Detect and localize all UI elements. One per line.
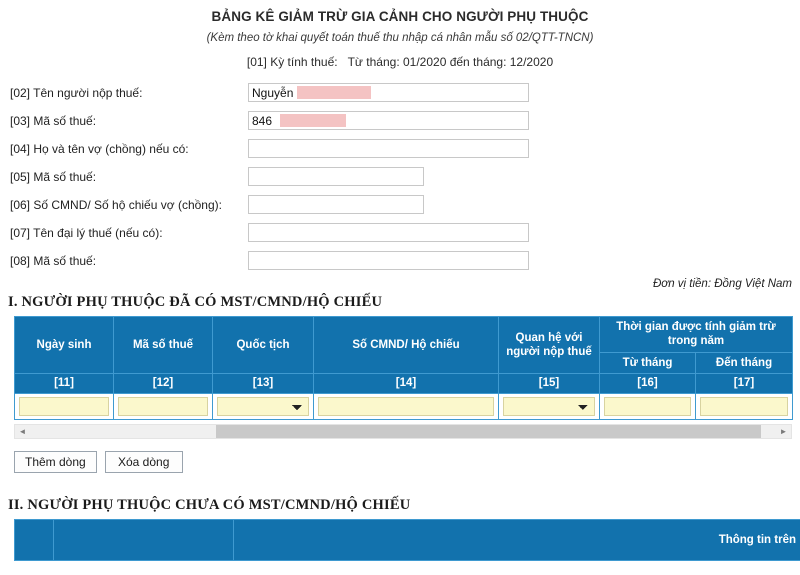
col-code-11: [11]: [14, 373, 114, 395]
tax-period-value: Từ tháng: 01/2020 đến tháng: 12/2020: [347, 54, 554, 69]
table-header-row: Thông tin trên: [14, 519, 800, 562]
spouse-tax-code-input[interactable]: [248, 167, 424, 187]
label-tax-agent-code: [08] Mã số thuế:: [10, 253, 97, 268]
col-code-14: [14]: [313, 373, 499, 395]
col-code-13: [13]: [212, 373, 314, 395]
label-taxpayer-name: [02] Tên người nộp thuế:: [10, 85, 143, 100]
from-month-input[interactable]: [604, 397, 691, 417]
cell-id-number: [313, 393, 499, 421]
cell-nationality: [212, 393, 314, 421]
col-header-relationship: Quan hệ với người nộp thuế: [498, 315, 600, 375]
col-code-17: [17]: [694, 373, 794, 395]
tax-agent-code-input[interactable]: [248, 251, 529, 271]
form-row-07: [07] Tên đại lý thuế (nếu có):: [10, 219, 800, 247]
tax-agent-name-input[interactable]: [248, 223, 529, 243]
dependent-id-number-input[interactable]: [318, 397, 494, 417]
label-spouse-tax-code: [05] Mã số thuế:: [10, 169, 97, 184]
form-row-03: [03] Mã số thuế:: [10, 107, 800, 135]
label-tax-agent-name: [07] Tên đại lý thuế (nếu có):: [10, 225, 163, 240]
cell-to-month: [694, 393, 794, 421]
col-header-id-number: Số CMND/ Hộ chiếu: [313, 315, 499, 375]
form-row-02: [02] Tên người nộp thuế:: [10, 79, 800, 107]
col-header-from-month: Từ tháng: [599, 351, 696, 375]
table-row: [14, 393, 794, 421]
cell-birthdate: [14, 393, 114, 421]
section-one-heading: I. NGƯỜI PHỤ THUỘC ĐÃ CÓ MST/CMND/HỘ CHI…: [8, 293, 383, 310]
col-header-index: [14, 519, 54, 562]
delete-row-button[interactable]: Xóa dòng: [104, 451, 183, 474]
section-two-container: II. NGƯỜI PHỤ THUỘC CHƯA CÓ MST/CMND/HỘ …: [0, 497, 800, 562]
cell-relationship: [498, 393, 600, 421]
tax-period-line: [01] Kỳ tính thuế: Từ tháng: 01/2020 đến …: [0, 54, 800, 70]
scrollbar-thumb[interactable]: [216, 425, 761, 439]
col-header-nationality: Quốc tịch: [212, 315, 314, 375]
col-code-15: [15]: [498, 373, 600, 395]
col-header-dependent-name: [53, 519, 234, 562]
cell-tax-code: [113, 393, 213, 421]
scrollbar-track[interactable]: [30, 425, 776, 439]
page-title: BẢNG KÊ GIẢM TRỪ GIA CẢNH CHO NGƯỜI PHỤ …: [211, 9, 589, 24]
taxpayer-tax-code-input[interactable]: [248, 111, 529, 131]
col-code-12: [12]: [113, 373, 213, 395]
dependents-table-with-mst: Ngày sinh Mã số thuế Quốc tịch Số CMND/ …: [14, 315, 794, 421]
dependent-tax-code-input[interactable]: [118, 397, 208, 417]
taxpayer-tax-code-wrap: [248, 111, 529, 131]
label-spouse-name: [04] Họ và tên vợ (chồng) nếu có:: [10, 141, 189, 156]
col-header-birthdate: Ngày sinh: [14, 315, 114, 375]
currency-unit-note: Đơn vị tiền: Đồng Việt Nam: [652, 277, 792, 290]
col-code-16: [16]: [599, 373, 696, 395]
spouse-name-input[interactable]: [248, 139, 529, 159]
dependents-table-without-mst: Thông tin trên: [14, 519, 800, 562]
label-spouse-id-number: [06] Số CMND/ Số hộ chiếu vợ (chồng):: [10, 197, 222, 212]
col-header-to-month: Đến tháng: [694, 351, 794, 375]
taxpayer-name-wrap: [248, 83, 529, 103]
table-header-row-codes: [11] [12] [13] [14] [15] [16] [17]: [14, 373, 794, 395]
form-row-04: [04] Họ và tên vợ (chồng) nếu có:: [10, 135, 800, 163]
cell-from-month: [599, 393, 696, 421]
col-header-info-group: Thông tin trên: [233, 519, 800, 562]
col-header-tax-code: Mã số thuế: [113, 315, 213, 375]
label-taxpayer-tax-code: [03] Mã số thuế:: [10, 113, 97, 128]
spouse-id-number-input[interactable]: [248, 195, 424, 215]
table-header-row-top: Ngày sinh Mã số thuế Quốc tịch Số CMND/ …: [14, 315, 794, 375]
taxpayer-form: [02] Tên người nộp thuế: [03] Mã số thuế…: [0, 79, 800, 275]
to-month-input[interactable]: [700, 397, 789, 417]
scroll-left-arrow-icon[interactable]: ◄: [15, 425, 30, 439]
form-row-08: [08] Mã số thuế:: [10, 247, 800, 275]
col-header-deduction-period-group: Thời gian được tính giảm trừ trong năm: [598, 315, 794, 353]
birthdate-input[interactable]: [19, 397, 109, 417]
tax-period-label: [01] Kỳ tính thuế:: [246, 54, 338, 69]
nationality-select[interactable]: [217, 397, 309, 417]
section-two-heading: II. NGƯỜI PHỤ THUỘC CHƯA CÓ MST/CMND/HỘ …: [8, 497, 411, 514]
horizontal-scrollbar[interactable]: ◄ ►: [14, 424, 792, 440]
row-actions: Thêm dòng Xóa dòng: [0, 451, 800, 474]
scroll-right-arrow-icon[interactable]: ►: [776, 425, 791, 439]
taxpayer-name-input[interactable]: [248, 83, 529, 103]
form-row-06: [06] Số CMND/ Số hộ chiếu vợ (chồng):: [10, 191, 800, 219]
dependents-table-with-mst-container: Ngày sinh Mã số thuế Quốc tịch Số CMND/ …: [14, 315, 794, 421]
relationship-select[interactable]: [503, 397, 595, 417]
document-header: BẢNG KÊ GIẢM TRỪ GIA CẢNH CHO NGƯỜI PHỤ …: [0, 0, 800, 70]
document-subtitle: (Kèm theo tờ khai quyết toán thuế thu nh…: [206, 32, 594, 45]
add-row-button[interactable]: Thêm dòng: [14, 451, 97, 474]
form-row-05: [05] Mã số thuế:: [10, 163, 800, 191]
